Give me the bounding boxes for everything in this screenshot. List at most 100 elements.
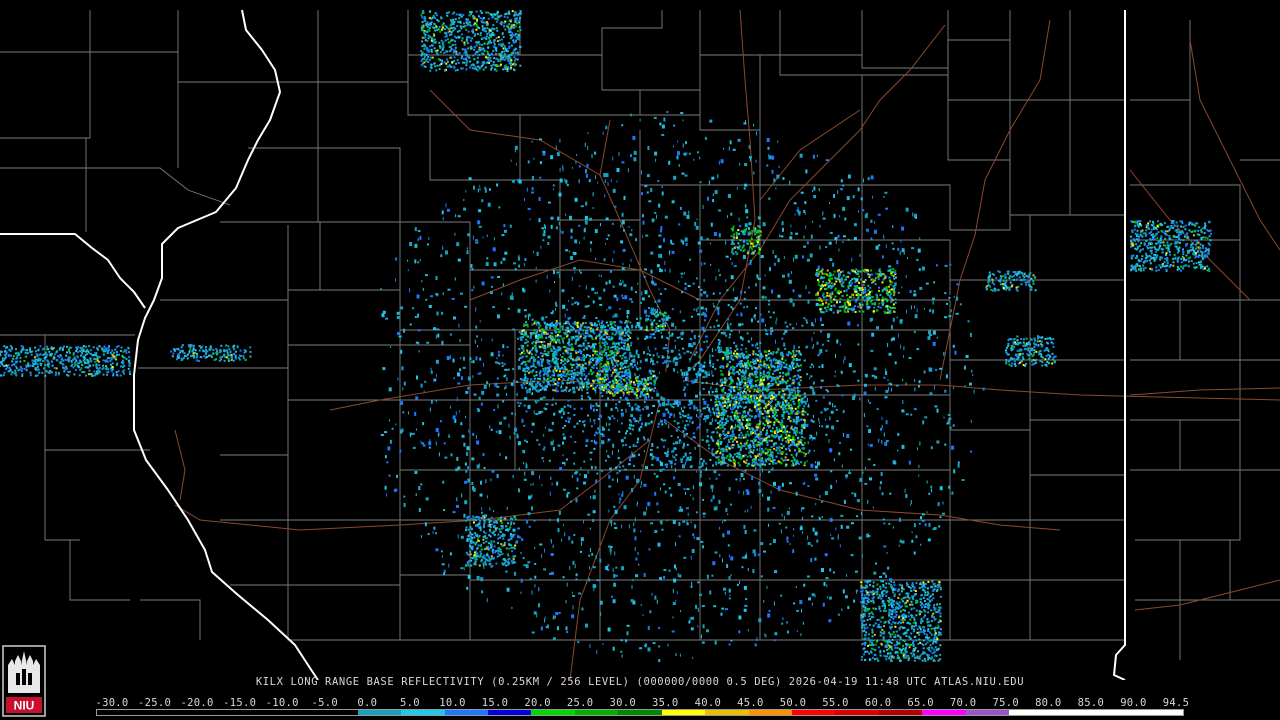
echo-pixel	[520, 578, 523, 583]
echo-pixel	[590, 384, 592, 387]
echo-pixel	[644, 185, 648, 188]
echo-pixel	[555, 226, 558, 230]
echo-pixel	[567, 352, 570, 355]
echo-pixel	[436, 374, 437, 378]
echo-pixel	[843, 278, 846, 281]
echo-pixel	[747, 227, 750, 229]
echo-pixel	[644, 309, 647, 314]
echo-pixel	[740, 290, 743, 294]
echo-pixel	[614, 345, 617, 348]
echo-pixel	[562, 372, 565, 375]
echo-pixel	[625, 408, 627, 413]
echo-pixel	[531, 187, 534, 191]
echo-pixel	[589, 346, 592, 349]
echo-pixel	[580, 350, 583, 353]
echo-pixel	[936, 264, 938, 267]
echo-pixel	[715, 276, 717, 281]
echo-pixel	[533, 519, 536, 522]
echo-pixel	[870, 290, 873, 293]
echo-pixel	[765, 366, 768, 369]
echo-pixel	[773, 539, 776, 543]
echo-pixel	[689, 407, 692, 410]
echo-pixel	[730, 556, 734, 561]
echo-pixel	[691, 345, 694, 348]
echo-pixel	[575, 471, 579, 474]
echo-pixel	[382, 310, 386, 314]
echo-pixel	[867, 499, 869, 504]
echo-pixel	[661, 185, 663, 188]
echo-pixel	[560, 389, 563, 392]
echo-pixel	[825, 577, 829, 579]
echo-pixel	[655, 326, 658, 329]
echo-pixel	[638, 420, 640, 424]
echo-pixel	[664, 288, 667, 290]
echo-pixel	[578, 592, 582, 595]
echo-pixel	[836, 269, 839, 272]
echo-pixel	[848, 470, 850, 473]
echo-pixel	[740, 249, 743, 252]
echo-pixel	[682, 445, 685, 449]
echo-pixel	[525, 410, 528, 413]
echo-pixel	[879, 481, 882, 485]
echo-pixel	[507, 368, 510, 371]
echo-pixel	[635, 445, 638, 448]
echo-pixel	[882, 572, 886, 575]
echo-pixel	[603, 288, 606, 292]
echo-pixel	[544, 322, 546, 325]
echo-pixel	[834, 370, 836, 373]
echo-pixel	[569, 215, 572, 220]
echo-pixel	[553, 351, 556, 353]
echo-pixel	[456, 242, 460, 247]
echo-pixel	[756, 342, 759, 346]
echo-pixel	[883, 196, 885, 198]
echo-pixel	[580, 205, 584, 208]
echo-pixel	[816, 274, 819, 277]
echo-pixel	[846, 307, 849, 310]
echo-pixel	[839, 441, 841, 444]
echo-pixel	[389, 419, 390, 422]
echo-pixel	[616, 297, 619, 302]
echo-pixel	[814, 473, 818, 477]
echo-pixel	[628, 349, 631, 352]
echo-pixel	[580, 407, 583, 410]
echo-pixel	[472, 375, 474, 379]
echo-pixel	[654, 456, 656, 460]
echo-pixel	[772, 311, 775, 314]
echo-pixel	[582, 337, 585, 340]
echo-pixel	[638, 563, 640, 566]
echo-pixel	[649, 453, 653, 457]
echo-pixel	[671, 630, 675, 633]
echo-pixel	[683, 152, 687, 156]
echo-pixel	[701, 326, 705, 330]
echo-pixel	[751, 476, 754, 481]
echo-pixel	[829, 292, 832, 295]
echo-pixel	[547, 382, 550, 384]
echo-pixel	[654, 595, 657, 600]
echo-pixel	[740, 431, 743, 434]
echo-pixel	[490, 478, 492, 482]
echo-pixel	[635, 396, 639, 399]
echo-pixel	[789, 180, 791, 185]
echo-pixel	[618, 151, 620, 156]
echo-pixel	[818, 421, 820, 424]
echo-pixel	[667, 447, 669, 451]
echo-pixel	[881, 289, 884, 292]
echo-pixel	[587, 334, 590, 337]
echo-pixel	[806, 258, 810, 262]
echo-pixel	[718, 328, 721, 332]
echo-pixel	[614, 365, 617, 368]
echo-pixel	[597, 320, 600, 323]
echo-pixel	[574, 301, 577, 304]
echo-pixel	[876, 296, 879, 299]
echo-pixel	[623, 505, 627, 510]
echo-pixel	[573, 414, 576, 416]
echo-pixel	[443, 569, 446, 573]
echo-pixel	[571, 614, 575, 619]
echo-pixel	[650, 251, 654, 255]
echo-pixel	[887, 269, 890, 272]
echo-pixel	[526, 378, 529, 380]
echo-pixel	[885, 368, 887, 373]
echo-pixel	[608, 438, 611, 441]
echo-pixel	[709, 590, 712, 595]
echo-pixel	[542, 352, 545, 355]
